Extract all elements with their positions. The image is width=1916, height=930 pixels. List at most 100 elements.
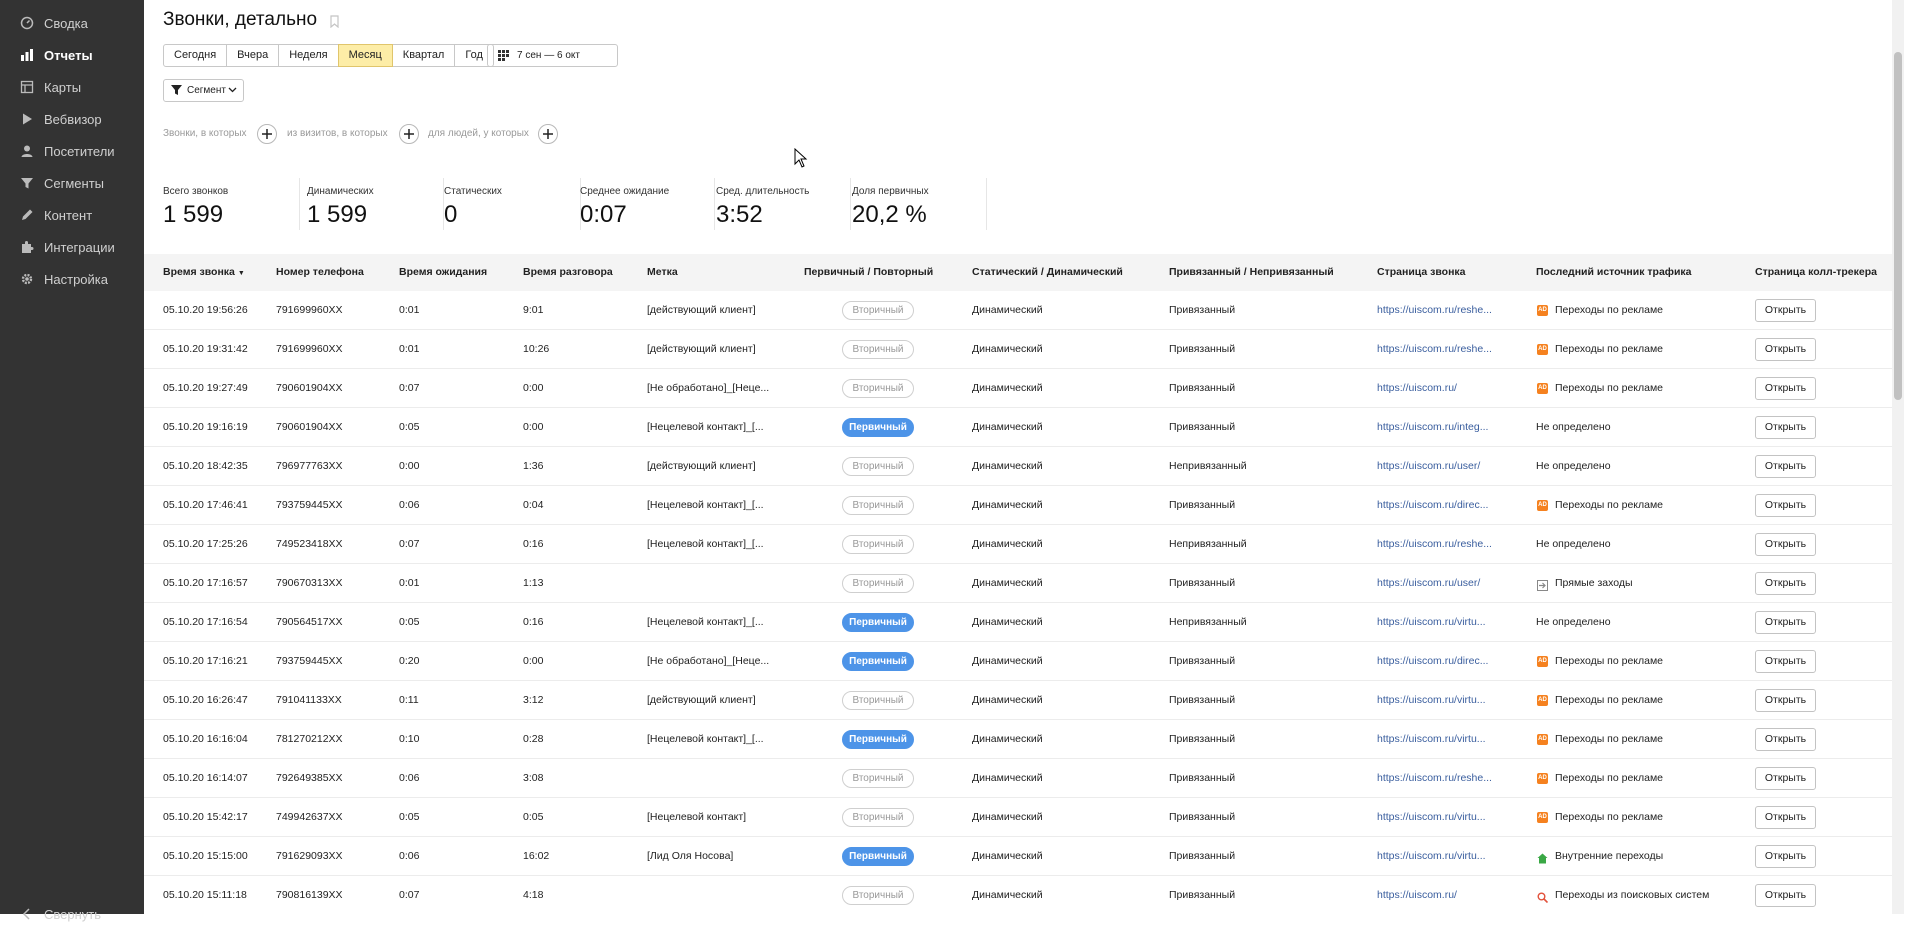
table-row[interactable]: 05.10.20 19:56:26 791699960XX 0:01 9:01 [дей… — [144, 291, 1904, 330]
visit-type-badge: Вторичный — [842, 574, 914, 593]
scrollbar-thumb[interactable] — [1894, 52, 1902, 400]
cell-tag: [действующий клиент] — [647, 343, 756, 355]
cell-call-page[interactable]: https://uiscom.ru/reshe... — [1377, 759, 1492, 798]
column-calltracker-page[interactable]: Страница колл-трекера — [1755, 254, 1877, 291]
table-row[interactable]: 05.10.20 19:31:42 791699960XX 0:01 10:26 [де… — [144, 330, 1904, 369]
open-calltracker-button[interactable]: Открыть — [1755, 299, 1816, 322]
sidebar-item-label: Карты — [44, 79, 82, 95]
sidebar-item-maps[interactable]: Карты — [0, 71, 144, 103]
cell-call-page[interactable]: https://uiscom.ru/virtu... — [1377, 681, 1486, 720]
sidebar-item-webvisor[interactable]: Вебвизор — [0, 103, 144, 135]
vertical-scrollbar[interactable] — [1892, 0, 1904, 914]
cell-call-page[interactable]: https://uiscom.ru/direc... — [1377, 486, 1488, 525]
cell-call-page[interactable]: https://uiscom.ru/integ... — [1377, 408, 1488, 447]
open-calltracker-button[interactable]: Открыть — [1755, 767, 1816, 790]
sidebar-item-integrations[interactable]: Интеграции — [0, 231, 144, 263]
open-calltracker-button[interactable]: Открыть — [1755, 572, 1816, 595]
column-bound-unbound[interactable]: Привязанный / Непривязанный — [1169, 254, 1334, 291]
open-calltracker-button[interactable]: Открыть — [1755, 533, 1816, 556]
open-calltracker-button[interactable]: Открыть — [1755, 494, 1816, 517]
table-row[interactable]: 05.10.20 19:27:49 790601904XX 0:07 0:00 [Не … — [144, 369, 1904, 408]
column-tag[interactable]: Метка — [647, 254, 678, 291]
sidebar-item-visitors[interactable]: Посетители — [0, 135, 144, 167]
table-row[interactable]: 05.10.20 16:14:07 792649385XX 0:06 3:08 Дина… — [144, 759, 1904, 798]
column-call-page[interactable]: Страница звонка — [1377, 254, 1466, 291]
column-wait-time[interactable]: Время ожидания — [399, 254, 487, 291]
table-row[interactable]: 05.10.20 15:15:00 791629093XX 0:06 16:02 [Ли… — [144, 837, 1904, 876]
bookmark-icon[interactable] — [330, 15, 339, 28]
table-row[interactable]: 05.10.20 17:16:54 790564517XX 0:05 0:16 [Нец… — [144, 603, 1904, 642]
cell-bound: Непривязанный — [1169, 460, 1247, 472]
cell-call-page[interactable]: https://uiscom.ru/direc... — [1377, 642, 1488, 681]
column-traffic-source[interactable]: Последний источник трафика — [1536, 254, 1692, 291]
open-calltracker-button[interactable]: Открыть — [1755, 884, 1816, 907]
cell-call-page[interactable]: https://uiscom.ru/virtu... — [1377, 603, 1486, 642]
cell-traffic-source: Прямые заходы — [1555, 577, 1633, 589]
column-label: Время звонка — [163, 266, 235, 278]
add-people-filter-button[interactable] — [538, 124, 558, 144]
cell-call-page[interactable]: https://uiscom.ru/user/ — [1377, 447, 1480, 486]
cell-tag: [Нецелевой контакт]_[... — [647, 499, 764, 511]
date-range-picker[interactable]: 7 сен — 6 окт — [487, 44, 618, 67]
direct-entry-icon — [1537, 578, 1548, 591]
mouse-cursor-icon — [794, 148, 808, 168]
column-phone[interactable]: Номер телефона — [276, 254, 364, 291]
cell-wait-time: 0:06 — [399, 772, 420, 784]
cell-call-page[interactable]: https://uiscom.ru/ — [1377, 876, 1457, 914]
sidebar-item-content[interactable]: Контент — [0, 199, 144, 231]
sidebar-item-settings[interactable]: Настройка — [0, 263, 144, 295]
cell-call-page[interactable]: https://uiscom.ru/virtu... — [1377, 720, 1486, 759]
column-call-time[interactable]: Время звонка ▼ — [163, 254, 245, 291]
open-calltracker-button[interactable]: Открыть — [1755, 338, 1816, 361]
open-calltracker-button[interactable]: Открыть — [1755, 806, 1816, 829]
open-calltracker-button[interactable]: Открыть — [1755, 728, 1816, 751]
table-row[interactable]: 05.10.20 16:16:04 781270212XX 0:10 0:28 [Нец… — [144, 720, 1904, 759]
sidebar-item-segments[interactable]: Сегменты — [0, 167, 144, 199]
open-calltracker-button[interactable]: Открыть — [1755, 416, 1816, 439]
table-row[interactable]: 05.10.20 17:46:41 793759445XX 0:06 0:04 [Нец… — [144, 486, 1904, 525]
cell-call-page[interactable]: https://uiscom.ru/virtu... — [1377, 837, 1486, 876]
table-row[interactable]: 05.10.20 15:42:17 749942637XX 0:05 0:05 [Нец… — [144, 798, 1904, 837]
column-static-dynamic[interactable]: Статический / Динамический — [972, 254, 1123, 291]
add-calls-filter-button[interactable] — [257, 124, 277, 144]
period-month-button[interactable]: Месяц — [337, 44, 393, 67]
cell-call-page[interactable]: https://uiscom.ru/reshe... — [1377, 291, 1492, 330]
period-week-button[interactable]: Неделя — [278, 44, 339, 67]
table-row[interactable]: 05.10.20 15:11:18 790816139XX 0:07 4:18 Дина… — [144, 876, 1904, 914]
cell-traffic-source: Переходы из поисковых систем — [1555, 889, 1710, 901]
cell-bound: Привязанный — [1169, 694, 1236, 706]
column-talk-time[interactable]: Время разговора — [523, 254, 613, 291]
open-calltracker-button[interactable]: Открыть — [1755, 455, 1816, 478]
segment-button[interactable]: Сегмент — [163, 79, 244, 102]
plus-icon — [404, 129, 414, 139]
table-row[interactable]: 05.10.20 17:16:21 793759445XX 0:20 0:00 [Не … — [144, 642, 1904, 681]
period-quarter-button[interactable]: Квартал — [391, 44, 456, 67]
add-visits-filter-button[interactable] — [399, 124, 419, 144]
table-row[interactable]: 05.10.20 17:16:57 790670313XX 0:01 1:13 Дина… — [144, 564, 1904, 603]
cell-call-page[interactable]: https://uiscom.ru/reshe... — [1377, 330, 1492, 369]
open-calltracker-button[interactable]: Открыть — [1755, 377, 1816, 400]
column-primary-repeat[interactable]: Первичный / Повторный — [804, 254, 933, 291]
table-row[interactable]: 05.10.20 17:25:26 749523418XX 0:07 0:16 [Нец… — [144, 525, 1904, 564]
table-row[interactable]: 05.10.20 19:16:19 790601904XX 0:05 0:00 [Нец… — [144, 408, 1904, 447]
open-calltracker-button[interactable]: Открыть — [1755, 689, 1816, 712]
table-row[interactable]: 05.10.20 18:42:35 796977763XX 0:00 1:36 [дей… — [144, 447, 1904, 486]
cell-call-page[interactable]: https://uiscom.ru/virtu... — [1377, 798, 1486, 837]
plus-icon — [543, 129, 553, 139]
open-calltracker-button[interactable]: Открыть — [1755, 845, 1816, 868]
table-row[interactable]: 05.10.20 16:26:47 791041133XX 0:11 3:12 [дей… — [144, 681, 1904, 720]
cell-call-page[interactable]: https://uiscom.ru/reshe... — [1377, 525, 1492, 564]
period-today-button[interactable]: Сегодня — [163, 44, 228, 67]
cell-call-page[interactable]: https://uiscom.ru/user/ — [1377, 564, 1480, 603]
cell-call-page[interactable]: https://uiscom.ru/ — [1377, 369, 1457, 408]
sidebar-collapse[interactable]: Свернуть — [0, 898, 144, 930]
metric-avg-duration: Сред. длительность 3:52 — [716, 178, 851, 230]
open-calltracker-button[interactable]: Открыть — [1755, 650, 1816, 673]
person-icon — [20, 144, 34, 158]
period-yesterday-button[interactable]: Вчера — [226, 44, 280, 67]
visit-type-badge: Первичный — [842, 847, 914, 866]
sidebar-item-reports[interactable]: Отчеты — [0, 39, 144, 71]
cell-bound: Привязанный — [1169, 343, 1236, 355]
open-calltracker-button[interactable]: Открыть — [1755, 611, 1816, 634]
sidebar-item-summary[interactable]: Сводка — [0, 7, 144, 39]
